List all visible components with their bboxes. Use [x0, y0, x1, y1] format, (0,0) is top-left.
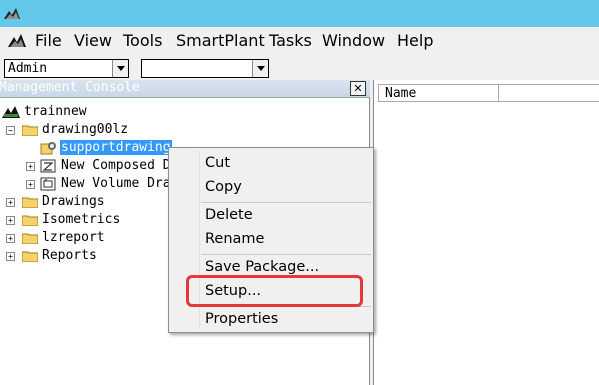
- composed-drawing-icon: [40, 159, 56, 173]
- column-header[interactable]: Name: [378, 84, 599, 102]
- list-pane: Name: [373, 80, 599, 385]
- tree-label: New Volume Dra: [61, 176, 171, 191]
- folder-icon: [22, 197, 38, 208]
- app-icon: [4, 8, 20, 19]
- support-drawing-icon: [40, 142, 56, 155]
- expand-icon[interactable]: +: [26, 162, 35, 171]
- close-button[interactable]: ✕: [350, 81, 366, 96]
- tree-label: trainnew: [24, 104, 87, 119]
- tree-label: Reports: [42, 248, 97, 263]
- console-header: Management Console ✕: [0, 80, 370, 98]
- menu-item-properties[interactable]: Properties: [205, 311, 278, 327]
- menu-item-rename[interactable]: Rename: [205, 231, 264, 247]
- collapse-icon[interactable]: −: [6, 126, 15, 135]
- menu-help[interactable]: Help: [397, 31, 433, 50]
- menu-tools[interactable]: Tools: [123, 31, 162, 50]
- toolbar: Admin: [0, 54, 599, 80]
- column-divider[interactable]: [498, 85, 499, 101]
- column-name[interactable]: Name: [385, 86, 416, 101]
- expand-icon[interactable]: +: [6, 234, 15, 243]
- tree-label: lzreport: [42, 230, 105, 245]
- tree-label-selected: supportdrawing: [59, 139, 173, 156]
- menu-smartplant[interactable]: SmartPlant: [176, 31, 265, 50]
- expand-icon[interactable]: +: [6, 252, 15, 261]
- menu-tasks[interactable]: Tasks: [269, 31, 312, 50]
- folder-icon: [22, 251, 38, 262]
- menu-separator: [201, 202, 371, 203]
- menu-item-copy[interactable]: Copy: [205, 179, 242, 195]
- chevron-down-icon[interactable]: [112, 60, 128, 77]
- user-combo-value: Admin: [8, 61, 48, 76]
- plant-icon: [2, 106, 20, 118]
- document-app-icon[interactable]: [7, 30, 27, 50]
- second-combo[interactable]: [141, 59, 269, 78]
- chevron-down-icon[interactable]: [252, 60, 268, 77]
- expand-icon[interactable]: +: [6, 198, 15, 207]
- setup-highlight-box: [186, 275, 363, 307]
- console-title: Management Console: [0, 80, 140, 95]
- user-combo[interactable]: Admin: [4, 59, 129, 78]
- menu-item-save-package[interactable]: Save Package...: [205, 259, 319, 275]
- tree-label: New Composed D: [61, 158, 171, 173]
- folder-icon: [22, 215, 38, 226]
- menu-item-delete[interactable]: Delete: [205, 207, 253, 223]
- menu-view[interactable]: View: [74, 31, 112, 50]
- menu-separator: [201, 254, 371, 255]
- menu-file[interactable]: File: [35, 31, 62, 50]
- tree-label: drawing00lz: [42, 122, 129, 137]
- tree-label: Drawings: [42, 194, 105, 209]
- expand-icon[interactable]: +: [6, 216, 15, 225]
- folder-icon: [22, 233, 38, 244]
- menu-window[interactable]: Window: [322, 31, 385, 50]
- folder-icon: [22, 125, 38, 136]
- tree-label: Isometrics: [42, 212, 121, 227]
- volume-drawing-icon: [40, 177, 56, 191]
- title-bar: [0, 0, 599, 27]
- expand-icon[interactable]: +: [26, 180, 35, 189]
- menu-bar: File View Tools SmartPlant Tasks Window …: [0, 27, 599, 54]
- menu-item-cut[interactable]: Cut: [205, 155, 230, 171]
